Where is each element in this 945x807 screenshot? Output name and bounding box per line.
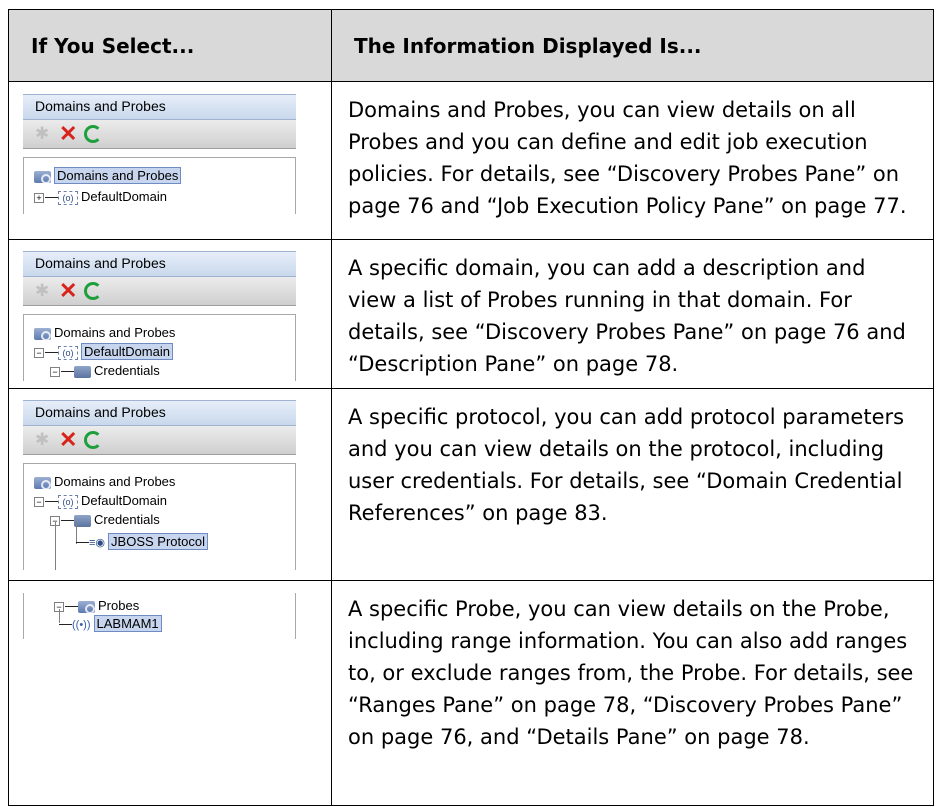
collapse-icon[interactable]: − xyxy=(34,347,44,358)
domains-folder-icon xyxy=(34,327,51,341)
delete-icon[interactable]: ✕ xyxy=(59,427,77,453)
new-icon[interactable]: ✱ xyxy=(35,430,49,450)
tree-node-labmam1[interactable]: —((•)) LABMAM1 xyxy=(59,615,162,633)
tree-node-defaultdomain[interactable]: − — (o) DefaultDomain xyxy=(34,343,173,361)
probes-folder-icon xyxy=(78,600,95,614)
tree-node-domains-and-probes[interactable]: Domains and Probes xyxy=(34,473,175,491)
collapse-icon[interactable]: − xyxy=(50,366,60,377)
tree-node-defaultdomain[interactable]: + — (o) DefaultDomain xyxy=(34,188,167,206)
table-header-row: If You Select... The Information Display… xyxy=(8,9,934,82)
tree-node-credentials[interactable]: − — Credentials xyxy=(50,511,160,529)
domain-icon: (o) xyxy=(58,494,78,509)
probes-pane: − — Probes —((•)) LABMAM1 xyxy=(23,593,296,639)
tree-node-probes[interactable]: − — Probes xyxy=(54,597,139,615)
description-cell: Domains and Probes, you can view details… xyxy=(331,81,934,240)
new-icon[interactable]: ✱ xyxy=(35,124,49,144)
protocol-icon: ≡◉ xyxy=(89,537,106,549)
refresh-icon[interactable] xyxy=(84,125,102,143)
domains-tree: Domains and Probes − — (o) DefaultDomain − —… xyxy=(23,314,296,381)
pane-toolbar: ✱ ✕ xyxy=(23,120,296,149)
pane-toolbar: ✱ ✕ xyxy=(23,426,296,455)
tree-connector xyxy=(55,522,56,570)
pane-title: Domains and Probes xyxy=(23,251,296,277)
tree-node-domains-and-probes[interactable]: Domains and Probes xyxy=(34,167,182,185)
delete-icon[interactable]: ✕ xyxy=(59,278,77,304)
domains-probes-pane: Domains and Probes ✱ ✕ Domains and Probe… xyxy=(23,94,296,214)
refresh-icon[interactable] xyxy=(84,431,102,449)
domains-probes-pane: Domains and Probes ✱ ✕ Domains and Probe… xyxy=(23,400,296,570)
domains-tree: Domains and Probes − — (o) DefaultDomain − —… xyxy=(23,463,296,570)
tree-node-jboss-protocol[interactable]: —≡◉ JBOSS Protocol xyxy=(76,533,208,551)
new-icon[interactable]: ✱ xyxy=(35,281,49,301)
domains-folder-icon xyxy=(34,170,51,184)
screenshot-cell: Domains and Probes ✱ ✕ Domains and Probe… xyxy=(8,239,332,389)
pane-title: Domains and Probes xyxy=(23,400,296,426)
table-row: Domains and Probes ✱ ✕ Domains and Probe… xyxy=(8,388,934,581)
description-cell: A specific domain, you can add a descrip… xyxy=(331,239,934,389)
table-row: Domains and Probes ✱ ✕ Domains and Probe… xyxy=(8,81,934,240)
tree-node-defaultdomain[interactable]: − — (o) DefaultDomain xyxy=(34,492,167,510)
description-cell: A specific protocol, you can add protoco… xyxy=(331,388,934,581)
collapse-icon[interactable]: − xyxy=(34,496,44,507)
probe-icon: ((•)) xyxy=(72,619,91,631)
header-if-you-select: If You Select... xyxy=(8,9,332,82)
screenshot-cell: − — Probes —((•)) LABMAM1 xyxy=(8,580,332,806)
domain-icon: (o) xyxy=(58,190,78,205)
table-row: − — Probes —((•)) LABMAM1 A specific Probe,… xyxy=(8,580,934,806)
tree-node-credentials[interactable]: − — Credentials xyxy=(50,362,160,380)
table-row: Domains and Probes ✱ ✕ Domains and Probe… xyxy=(8,239,934,389)
tree-node-domains-and-probes[interactable]: Domains and Probes xyxy=(34,324,175,342)
domains-folder-icon xyxy=(34,476,51,490)
credentials-icon xyxy=(74,365,91,378)
refresh-icon[interactable] xyxy=(84,282,102,300)
screenshot-cell: Domains and Probes ✱ ✕ Domains and Probe… xyxy=(8,388,332,581)
collapse-icon[interactable]: + xyxy=(34,192,44,203)
pane-toolbar: ✱ ✕ xyxy=(23,277,296,306)
domains-probes-pane: Domains and Probes ✱ ✕ Domains and Probe… xyxy=(23,251,296,381)
pane-title: Domains and Probes xyxy=(23,94,296,120)
domains-tree: Domains and Probes + — (o) DefaultDomain xyxy=(23,157,296,214)
screenshot-cell: Domains and Probes ✱ ✕ Domains and Probe… xyxy=(8,81,332,240)
selection-info-table: If You Select... The Information Display… xyxy=(8,9,934,806)
description-cell: A specific Probe, you can view details o… xyxy=(331,580,934,806)
header-information-displayed: The Information Displayed Is... xyxy=(331,9,934,82)
probes-tree: − — Probes —((•)) LABMAM1 xyxy=(23,593,296,639)
domain-icon: (o) xyxy=(58,345,78,360)
delete-icon[interactable]: ✕ xyxy=(59,121,77,147)
